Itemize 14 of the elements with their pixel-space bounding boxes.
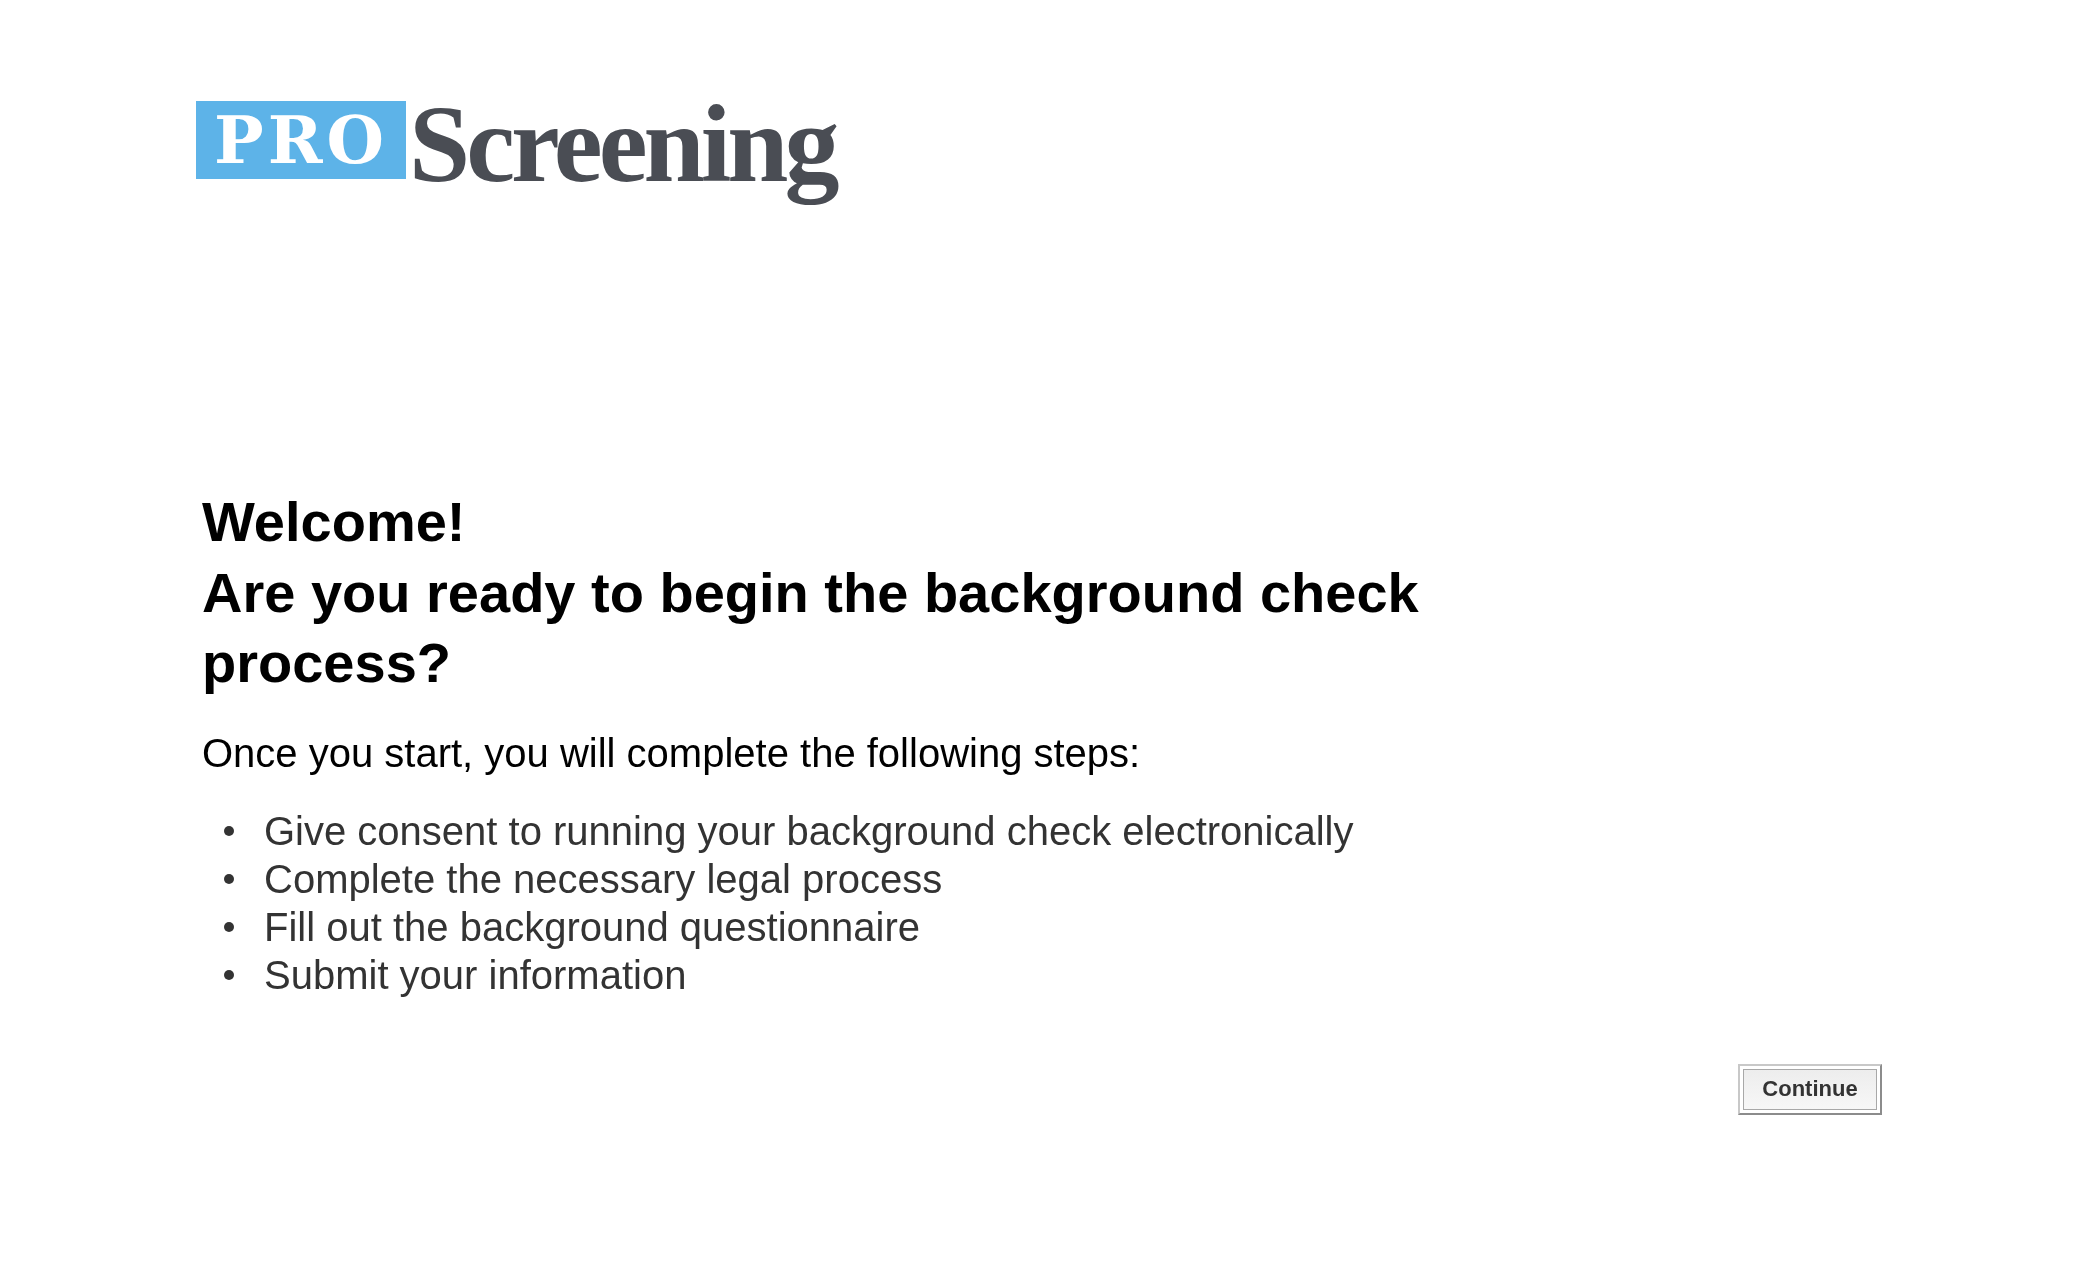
bullet-icon <box>224 825 234 836</box>
step-text: Fill out the background questionnaire <box>264 903 920 951</box>
logo-wordmark: Screening <box>409 82 837 207</box>
step-text: Give consent to running your background check electronically <box>264 807 1354 855</box>
logo-badge: PRO <box>196 101 406 179</box>
bullet-icon <box>224 969 234 980</box>
intro-text: Once you start, you will complete the following steps: <box>202 729 1141 777</box>
bullet-icon <box>224 873 234 884</box>
welcome-heading: Welcome! <box>202 489 466 555</box>
continue-button[interactable]: Continue <box>1738 1063 1882 1115</box>
bullet-icon <box>224 921 234 932</box>
question-heading: Are you ready to begin the background check process? <box>202 559 1420 696</box>
step-text: Complete the necessary legal process <box>264 855 943 903</box>
step-text: Submit your information <box>264 951 687 999</box>
